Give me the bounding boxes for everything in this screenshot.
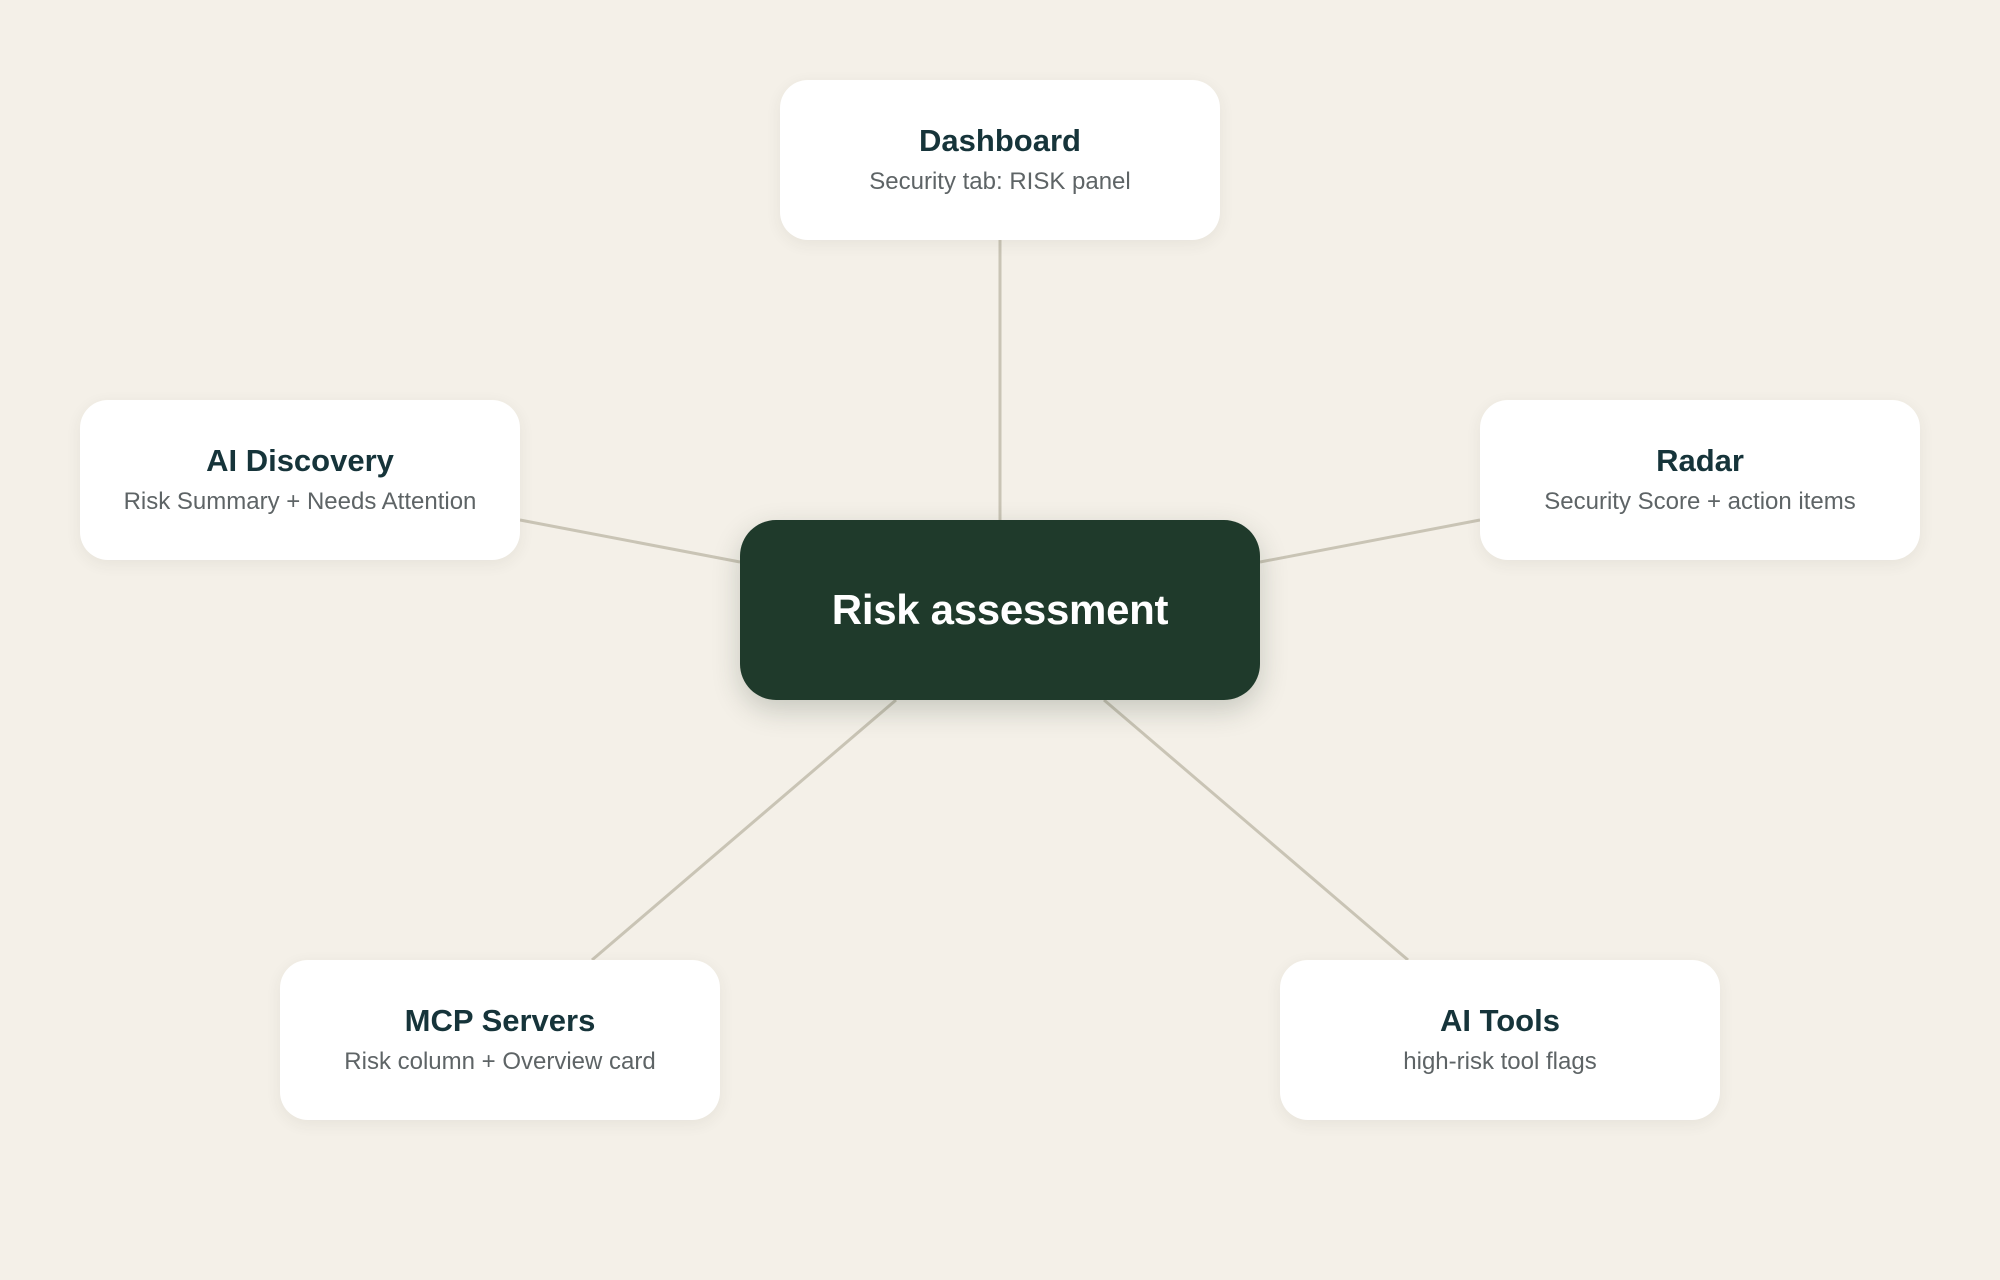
connector-radar — [1259, 518, 1481, 564]
mcp-servers-description: Risk column + Overview card — [344, 1048, 656, 1075]
radar-description: Security Score + action items — [1544, 488, 1856, 515]
ai-tools-title: AI Tools — [1440, 1003, 1560, 1038]
ai-discovery-node[interactable]: AI Discovery Risk Summary + Needs Attent… — [80, 400, 520, 560]
connector-ai-discovery — [519, 518, 741, 564]
dashboard-title: Dashboard — [919, 123, 1081, 158]
ai-discovery-description: Risk Summary + Needs Attention — [123, 488, 477, 515]
dashboard-description: Security tab: RISK panel — [869, 168, 1131, 195]
radar-node[interactable]: Radar Security Score + action items — [1480, 400, 1920, 560]
mcp-servers-title: MCP Servers — [404, 1003, 596, 1038]
ai-tools-node[interactable]: AI Tools high-risk tool flags — [1280, 960, 1720, 1120]
hub-label: Risk assessment — [831, 586, 1169, 633]
ai-tools-description: high-risk tool flags — [1403, 1048, 1597, 1075]
connector-mcp-servers — [591, 698, 897, 962]
mcp-servers-node[interactable]: MCP Servers Risk column + Overview card — [280, 960, 720, 1120]
dashboard-node[interactable]: Dashboard Security tab: RISK panel — [780, 80, 1220, 240]
risk-assessment-hub[interactable]: Risk assessment — [740, 520, 1260, 700]
radar-title: Radar — [1656, 443, 1744, 478]
connector-ai-tools — [1103, 698, 1409, 962]
ai-discovery-title: AI Discovery — [206, 443, 394, 478]
